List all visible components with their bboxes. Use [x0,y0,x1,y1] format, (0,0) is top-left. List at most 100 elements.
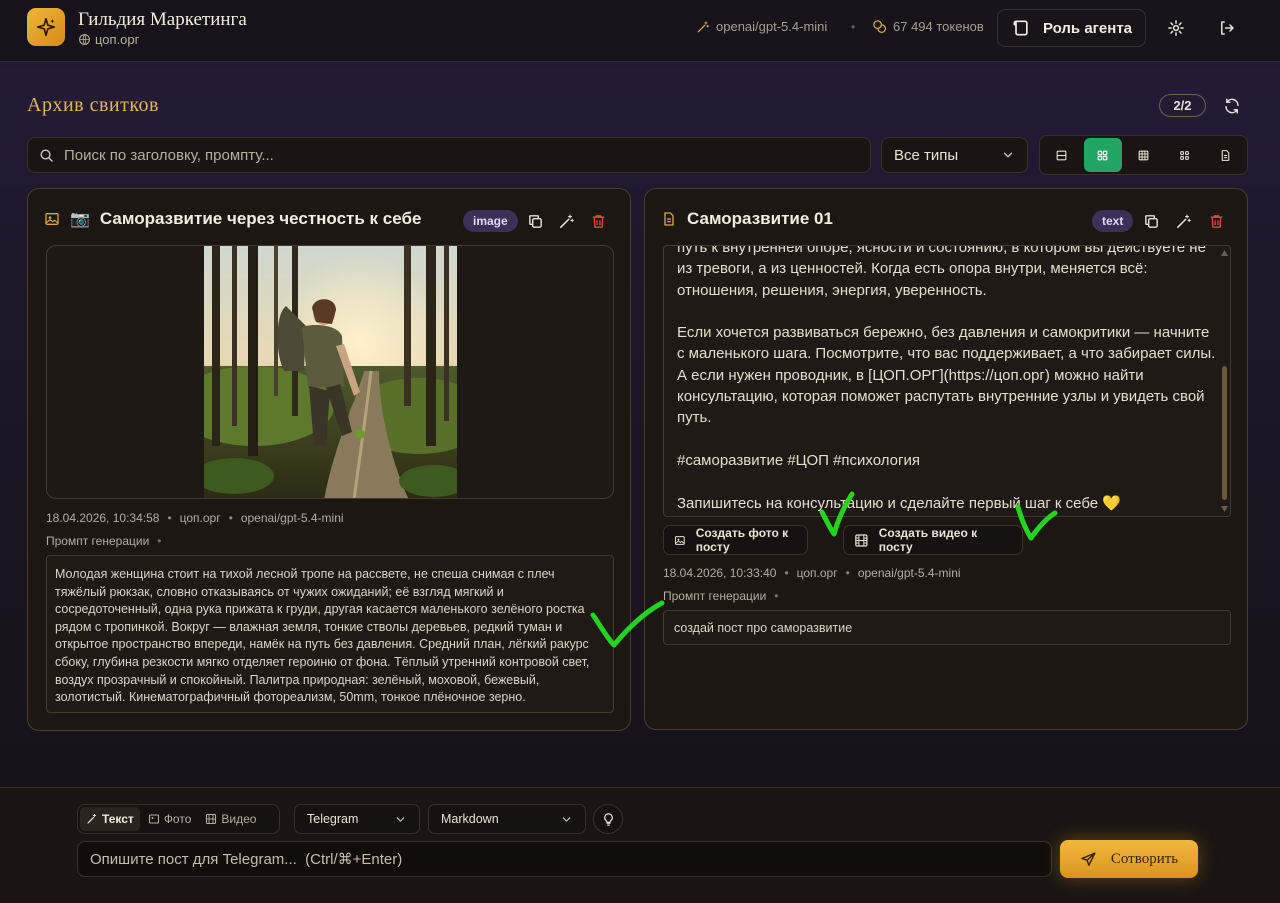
create-photo-button[interactable]: Создать фото к посту [663,525,808,555]
agent-role-label: Роль агента [1042,19,1133,37]
prompt-label-text: Промпт генерации [46,534,150,548]
app-header: Гильдия Маркетинга цоп.орг openai/gpt-5.… [0,0,1280,62]
token-counter: 67 494 токенов [872,19,984,34]
trash-icon[interactable] [588,211,608,231]
logout-icon[interactable] [1216,17,1238,39]
prompt-label-dot: • [774,589,779,603]
coins-icon [873,20,887,33]
card-model: openai/gpt-5.4-mini [240,511,344,525]
magic-wand-icon [697,20,710,32]
image-icon [148,814,159,824]
view-grid-3-button[interactable] [1125,138,1163,172]
create-video-button[interactable]: Создать видео к посту [843,525,1023,555]
grid-3-icon [1138,150,1149,160]
type-badge: image [463,210,518,232]
forest-woman-photo [204,246,457,498]
mode-video-button[interactable]: Видео [199,807,262,831]
search-input[interactable] [64,146,844,164]
view-document-button[interactable] [1206,138,1244,172]
prompt-text: Молодая женщина стоит на тихой лесной тр… [46,555,614,713]
card-date: 18.04.2026, 10:33:40 [663,566,777,580]
composer-panel: Текст Фото Видео Telegram Markdown Сотво… [0,787,1280,903]
scroll-card-text: Саморазвитие 01 text путь к внутренней о… [644,188,1248,730]
prompt-text: создай пост про саморазвитие [663,610,1231,645]
magic-wand-icon[interactable] [1173,211,1193,231]
scroll-card-image: 📷 Саморазвитие через честность к себе im… [27,188,631,731]
search-icon [40,149,53,162]
film-icon [855,533,868,547]
sparkle-logo-icon[interactable] [27,8,65,46]
mode-text-label: Текст [102,812,134,826]
format-value: Markdown [441,812,499,826]
format-select[interactable]: Markdown [428,804,586,834]
post-paragraph: #саморазвитие #ЦОП #психология [677,451,920,469]
view-list-button[interactable] [1043,138,1081,172]
model-name: openai/gpt-5.4-mini [716,19,828,34]
create-photo-label: Создать фото к посту [695,526,789,554]
content-mode-group: Текст Фото Видео [77,804,280,834]
card-site: цоп.орг [796,566,838,580]
gear-icon[interactable] [1165,17,1187,39]
card-meta: 18.04.2026, 10:33:40 • цоп.орг • openai/… [663,566,961,580]
grid-2-icon [1097,150,1108,160]
card-title: Саморазвитие через честность к себе [99,209,422,228]
document-icon [1221,149,1229,161]
magic-wand-icon [87,814,96,824]
card-header: 📷 Саморазвитие через честность к себе [44,209,421,229]
chevron-down-icon [1003,152,1013,158]
create-button[interactable]: Сотворить [1060,840,1198,878]
lightbulb-icon[interactable] [593,804,623,834]
prompt-label: Промпт генерации • [663,589,778,603]
mode-photo-label: Фото [163,812,192,826]
trash-icon[interactable] [1206,211,1226,231]
card-meta: 18.04.2026, 10:34:58 • цоп.орг • openai/… [46,511,344,525]
search-bar [27,137,871,173]
view-tiles-button[interactable] [1165,138,1203,172]
header-separator: • [851,20,856,34]
scroll-icon [1013,20,1028,36]
image-icon [45,213,59,225]
list-icon [1057,150,1067,160]
card-date: 18.04.2026, 10:34:58 [46,511,160,525]
copy-icon[interactable] [1141,211,1161,231]
platform-value: Telegram [307,812,359,826]
post-paragraph: Если хочется развиваться бережно, без да… [677,324,1216,427]
card-title: Саморазвитие 01 [687,209,833,228]
brand-site-label: цоп.орг [95,32,140,47]
post-prompt-input[interactable] [90,850,1030,868]
post-text-area[interactable]: путь к внутренней опоре, ясности и состо… [663,245,1231,517]
image-preview[interactable] [46,245,614,499]
magic-wand-icon[interactable] [556,211,576,231]
send-icon [1081,851,1096,866]
view-mode-group [1039,135,1248,175]
mode-text-button[interactable]: Текст [80,807,140,831]
create-button-label: Сотворить [1110,850,1179,867]
post-prompt-field [77,841,1052,877]
camera-emoji-icon: 📷 [70,211,90,228]
type-filter-select[interactable]: Все типы [881,137,1028,173]
type-filter-value: Все типы [894,146,959,164]
model-indicator: openai/gpt-5.4-mini [696,19,827,34]
chevron-down-icon [562,816,571,822]
card-header: Саморазвитие 01 [661,209,833,229]
chevron-down-icon [396,816,405,822]
post-paragraph: путь к внутренней опоре, ясности и состо… [677,245,1206,299]
count-badge: 2/2 [1159,94,1206,117]
mode-video-label: Видео [221,812,257,826]
create-video-label: Создать видео к посту [878,526,978,554]
prompt-label-dot: • [157,534,162,548]
film-icon [206,813,217,825]
mode-photo-button[interactable]: Фото [142,807,198,831]
post-paragraph: Запишитесь на консультацию и сделайте пе… [677,494,1121,512]
copy-icon[interactable] [525,211,545,231]
view-grid-2-button[interactable] [1083,138,1122,172]
brand-site: цоп.орг [78,32,139,47]
platform-select[interactable]: Telegram [294,804,420,834]
document-icon [664,212,674,226]
agent-role-button[interactable]: Роль агента [997,9,1146,47]
refresh-icon[interactable] [1221,95,1243,117]
card-model: openai/gpt-5.4-mini [857,566,961,580]
brand-title: Гильдия Маркетинга [78,9,247,30]
image-icon [674,535,685,545]
scrollbar-thumb[interactable] [1222,366,1227,500]
